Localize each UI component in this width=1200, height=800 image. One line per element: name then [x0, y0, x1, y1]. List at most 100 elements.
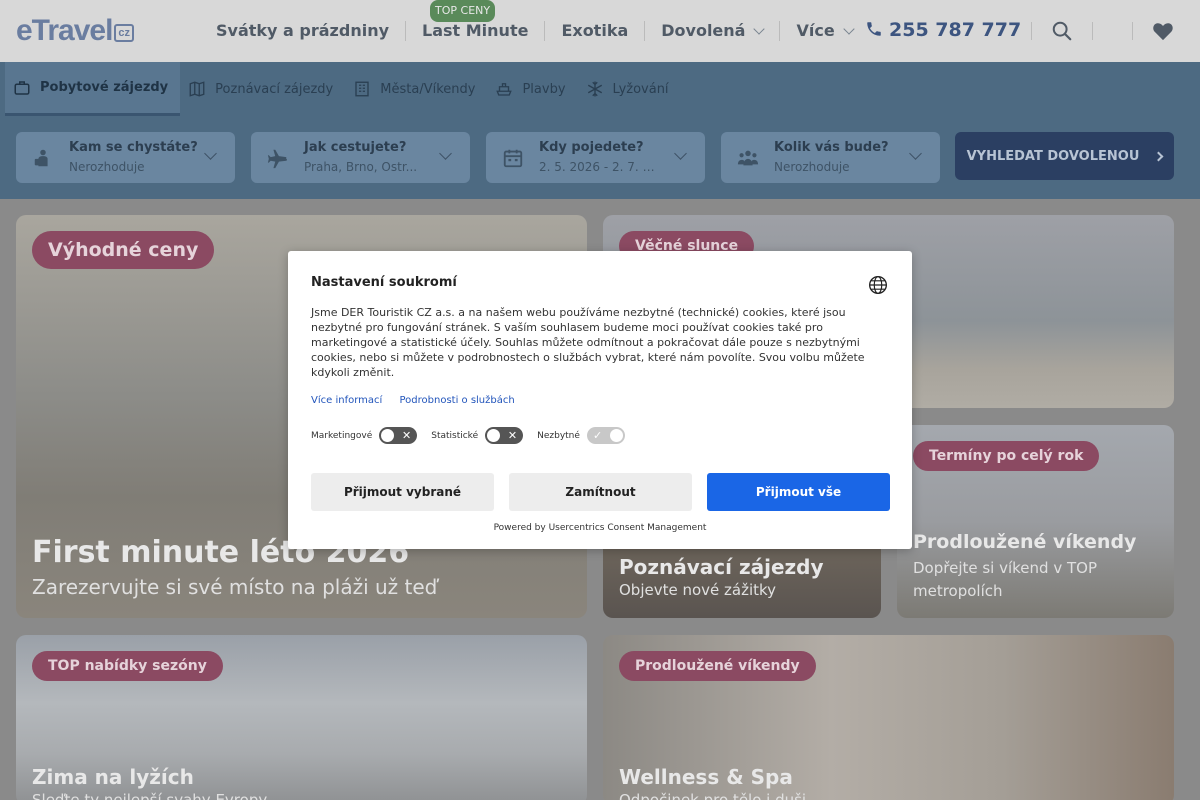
card-badge: Prodloužené víkendy — [619, 651, 816, 681]
card-subtitle: Dopřejte si víkend v TOP metropolích — [913, 559, 1097, 600]
card-badge: Termíny po celý rok — [913, 441, 1100, 471]
toggle-label: Marketingové — [311, 430, 373, 441]
card-subtitle: Odpočinek pro tělo i duši — [619, 791, 807, 800]
field-value: Praha, Brno, Ostr... — [304, 160, 418, 174]
tab-label: Lyžování — [612, 81, 669, 97]
card-title: Poznávací zájezdy — [619, 555, 824, 579]
destination-field[interactable]: Kam se chystáte? Nerozhoduje — [16, 132, 235, 183]
statistics-toggle[interactable]: ✕ — [485, 427, 524, 444]
tab-label: Města/Víkendy — [380, 81, 476, 97]
close-icon: ✕ — [507, 429, 518, 442]
nav-label: Exotika — [561, 21, 629, 40]
nav-item-last-minute[interactable]: TOP CENY Last Minute — [406, 0, 546, 41]
more-info-link[interactable]: Více informací — [311, 395, 382, 406]
toggle-knob — [609, 429, 623, 442]
top-prices-badge: TOP CENY — [430, 0, 496, 22]
search-vacation-button[interactable]: VYHLEDAT DOVOLENOU — [955, 132, 1174, 180]
promo-card-wellness[interactable]: Prodloužené víkendy Wellness & Spa Odpoč… — [603, 635, 1174, 800]
nav-label: Last Minute — [422, 21, 529, 40]
accept-selected-button[interactable]: Přijmout vybrané — [311, 473, 494, 511]
card-title: Wellness & Spa — [619, 765, 793, 789]
tab-sightseeing[interactable]: Poznávací zájezdy — [180, 62, 345, 116]
chevron-down-icon — [204, 147, 217, 160]
tab-cruises[interactable]: Plavby — [487, 62, 577, 116]
card-badge: Výhodné ceny — [32, 231, 215, 269]
consent-toggles: Marketingové ✕ Statistické ✕ Nezbytné ✓ — [311, 427, 639, 444]
heart-icon[interactable] — [1152, 21, 1174, 41]
privacy-settings-dialog: Nastavení soukromí Jsme DER Touristik CZ… — [288, 251, 912, 549]
field-label: Kam se chystáte? — [69, 140, 198, 155]
field-value: Nerozhoduje — [69, 160, 145, 174]
main-nav: Svátky a prázdniny TOP CENY Last Minute E… — [200, 0, 869, 62]
marketing-toggle[interactable]: ✕ — [379, 427, 418, 444]
search-icon[interactable] — [1051, 20, 1073, 42]
etravel-logo[interactable]: eTravel cz — [16, 14, 135, 48]
snowflake-icon — [587, 81, 602, 97]
card-subtitle: Objevte nové zážitky — [619, 581, 777, 599]
accept-all-button[interactable]: Přijmout vše — [707, 473, 890, 511]
people-icon — [737, 150, 759, 166]
dialog-buttons: Přijmout vybrané Zamítnout Přijmout vše — [311, 473, 890, 511]
nav-item-exotic[interactable]: Exotika — [545, 21, 646, 41]
field-value: Nerozhoduje — [774, 160, 850, 174]
card-subtitle: Sleďte ty nejlepší svahy Evropy — [32, 791, 268, 800]
toggle-knob — [381, 429, 395, 442]
toggle-knob — [487, 429, 501, 442]
header-divider — [1031, 22, 1032, 40]
field-label: Jak cestujete? — [304, 140, 407, 155]
toggle-label: Nezbytné — [537, 430, 580, 441]
dialog-body-text: Jsme DER Touristik CZ a.s. a na našem we… — [311, 306, 865, 379]
promo-card-ski[interactable]: TOP nabídky sezóny Zima na lyžích Sleďte… — [16, 635, 587, 800]
map-icon — [189, 81, 205, 97]
phone-link[interactable]: 255 787 777 — [865, 19, 1021, 41]
nav-label: Více — [796, 21, 835, 40]
chevron-down-icon — [674, 147, 687, 160]
close-icon: ✕ — [402, 429, 412, 442]
tab-stay-trips[interactable]: Pobytové zájezdy — [5, 62, 181, 116]
toggle-label: Statistické — [431, 430, 479, 441]
field-label: Kdy pojedete? — [539, 140, 644, 155]
reject-button[interactable]: Zamítnout — [509, 473, 692, 511]
button-label: VYHLEDAT DOVOLENOU — [966, 148, 1140, 164]
card-subtitle: Zarezervujte si své místo na pláži už te… — [32, 575, 438, 599]
field-label: Kolik vás bude? — [774, 140, 889, 155]
nav-item-holidays[interactable]: Svátky a prázdniny — [200, 21, 407, 41]
tab-label: Poznávací zájezdy — [215, 81, 334, 97]
phone-icon — [867, 22, 881, 36]
field-value: 2. 5. 2026 - 2. 7. 2... — [539, 160, 659, 174]
logo-suffix: cz — [114, 24, 135, 42]
nav-label: Svátky a prázdniny — [216, 21, 390, 40]
chevron-down-icon — [843, 23, 855, 35]
language-globe-icon[interactable] — [868, 275, 888, 295]
chevron-down-icon — [909, 147, 922, 160]
departure-field[interactable]: Jak cestujete? Praha, Brno, Ostr... — [251, 132, 470, 183]
phone-number: 255 787 777 — [889, 19, 1022, 41]
tab-cities-weekends[interactable]: Města/Víkendy — [345, 62, 487, 116]
suitcase-icon — [14, 80, 30, 95]
tab-label: Plavby — [522, 81, 566, 97]
date-field[interactable]: Kdy pojedete? 2. 5. 2026 - 2. 7. 2... — [486, 132, 705, 183]
calendar-icon — [503, 149, 523, 168]
tab-label: Pobytové zájezdy — [40, 80, 169, 95]
search-panel: Pobytové zájezdy Poznávací zájezdy Města… — [0, 62, 1200, 199]
chevron-down-icon — [753, 23, 766, 35]
logo-text: eTravel — [16, 14, 113, 47]
card-title: Prodloužené víkendy — [913, 531, 1137, 553]
nav-item-more[interactable]: Více — [780, 21, 868, 41]
nav-label: Dovolená — [661, 21, 746, 40]
checkmark-icon: ✓ — [592, 429, 603, 442]
category-tabs: Pobytové zájezdy Poznávací zájezdy Města… — [5, 62, 681, 116]
service-details-link[interactable]: Podrobnosti o službách — [399, 395, 514, 406]
header-divider — [1092, 22, 1093, 40]
nav-item-vacation[interactable]: Dovolená — [645, 21, 781, 41]
ship-icon — [496, 83, 513, 96]
essential-toggle: ✓ — [586, 427, 625, 444]
traveler-icon — [34, 149, 48, 167]
header-divider — [1132, 22, 1133, 40]
plane-icon — [267, 149, 287, 169]
tab-skiing[interactable]: Lyžování — [578, 62, 681, 116]
chevron-down-icon — [439, 147, 452, 160]
card-title: Zima na lyžích — [32, 765, 194, 789]
promo-card-long-weekends[interactable]: Termíny po celý rok Prodloužené víkendy … — [897, 425, 1174, 618]
travelers-field[interactable]: Kolik vás bude? Nerozhoduje — [721, 132, 940, 183]
